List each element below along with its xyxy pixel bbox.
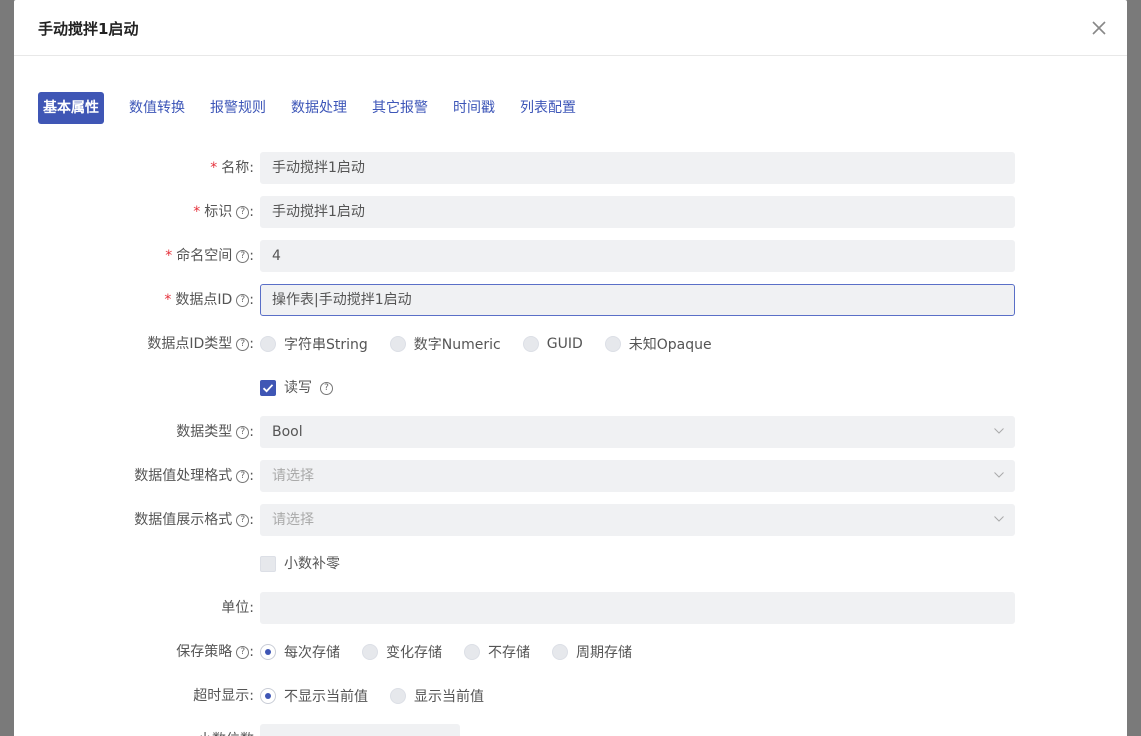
radio-no-save[interactable]: 不存储 xyxy=(464,642,530,662)
form-row-save-policy: 保存策略 ?: 每次存储 变化存储 不存储 周期存储 xyxy=(14,636,1127,668)
radio-save-on-change[interactable]: 变化存储 xyxy=(362,642,442,662)
chevron-down-icon xyxy=(994,472,1004,478)
form-row-unit: 单位: xyxy=(14,592,1127,624)
backdrop-left xyxy=(0,0,14,736)
help-icon[interactable]: ? xyxy=(236,293,250,307)
radio-circle[interactable] xyxy=(389,336,406,352)
data-type-select[interactable]: Bool xyxy=(260,416,1015,448)
identifier-label: * 标识 ?: xyxy=(193,196,254,228)
radio-save-every[interactable]: 每次存储 xyxy=(260,642,340,662)
form-row-decimal-pad: 小数补零 xyxy=(14,548,1127,580)
tab-basic-properties[interactable]: 基本属性 xyxy=(38,92,104,124)
radio-circle-checked[interactable] xyxy=(260,688,276,704)
tab-bar: 基本属性 数值转换 报警规则 数据处理 其它报警 时间戳 列表配置 xyxy=(38,92,601,124)
radio-circle[interactable] xyxy=(604,336,621,352)
datapoint-id-input[interactable]: 操作表|手动搅拌1启动 xyxy=(260,284,1015,316)
modal-title: 手动搅拌1启动 xyxy=(38,20,139,38)
required-mark: * xyxy=(164,292,172,308)
form-row-timeout-display: 超时显示: 不显示当前值 显示当前值 xyxy=(14,680,1127,712)
help-icon[interactable]: ? xyxy=(236,513,250,527)
form-row-name: * 名称: 手动搅拌1启动 xyxy=(14,152,1127,184)
unit-input[interactable] xyxy=(260,592,1015,624)
radio-circle[interactable] xyxy=(260,336,276,352)
datapoint-id-label: * 数据点ID ?: xyxy=(164,284,254,316)
datapoint-id-type-label: 数据点ID类型 ?: xyxy=(147,336,254,352)
radio-circle[interactable] xyxy=(362,644,378,660)
radio-opaque[interactable]: 未知Opaque xyxy=(604,334,712,354)
unit-label: 单位: xyxy=(221,600,254,616)
readwrite-label: 读写 ? xyxy=(284,372,333,404)
modal-header: 手动搅拌1启动 xyxy=(14,0,1127,56)
form-row-value-process-format: 数据值处理格式 ?: 请选择 xyxy=(14,460,1127,492)
decimal-pad-checkbox[interactable] xyxy=(260,556,276,572)
chevron-down-icon xyxy=(994,428,1004,434)
required-mark: * xyxy=(193,204,201,220)
radio-hide-current[interactable]: 不显示当前值 xyxy=(260,686,368,706)
form-row-value-display-format: 数据值展示格式 ?: 请选择 xyxy=(14,504,1127,536)
radio-circle[interactable] xyxy=(552,644,568,660)
namespace-input[interactable]: 4 xyxy=(260,240,1015,272)
identifier-input[interactable]: 手动搅拌1启动 xyxy=(260,196,1015,228)
help-icon[interactable]: ? xyxy=(320,381,333,395)
radio-numeric[interactable]: 数字Numeric xyxy=(389,334,501,354)
form-row-readwrite: 读写 ? xyxy=(14,372,1127,404)
save-policy-radio-group: 每次存储 变化存储 不存储 周期存储 xyxy=(260,636,654,668)
chevron-down-icon xyxy=(994,516,1004,522)
decimal-places-label: 小数位数 xyxy=(198,724,254,736)
timeout-display-radio-group: 不显示当前值 显示当前值 xyxy=(260,680,506,712)
form-row-namespace: * 命名空间 ?: 4 xyxy=(14,240,1127,272)
radio-string[interactable]: 字符串String xyxy=(260,334,368,354)
value-display-format-label: 数据值展示格式 ?: xyxy=(134,512,254,528)
help-icon[interactable]: ? xyxy=(236,205,250,219)
radio-guid[interactable]: GUID xyxy=(522,336,583,352)
value-process-format-select[interactable]: 请选择 xyxy=(260,460,1015,492)
decimal-places-input[interactable] xyxy=(260,724,460,736)
name-input[interactable]: 手动搅拌1启动 xyxy=(260,152,1015,184)
form-row-data-type: 数据类型 ?: Bool xyxy=(14,416,1127,448)
radio-circle[interactable] xyxy=(390,688,406,704)
timeout-display-label: 超时显示: xyxy=(193,688,254,704)
form-row-datapoint-id-type: 数据点ID类型 ?: 字符串String 数字Numeric GUID 未知Op… xyxy=(14,328,1127,360)
radio-circle[interactable] xyxy=(464,644,480,660)
help-icon[interactable]: ? xyxy=(236,249,250,263)
help-icon[interactable]: ? xyxy=(236,425,250,439)
help-icon[interactable]: ? xyxy=(236,469,250,483)
radio-circle-checked[interactable] xyxy=(260,644,276,660)
save-policy-label: 保存策略 ?: xyxy=(176,644,254,660)
required-mark: * xyxy=(165,248,173,264)
name-label: * 名称: xyxy=(210,152,254,184)
close-button[interactable] xyxy=(1087,16,1111,40)
tab-other-alarms[interactable]: 其它报警 xyxy=(372,92,428,124)
tab-value-conversion[interactable]: 数值转换 xyxy=(129,92,185,124)
help-icon[interactable]: ? xyxy=(236,645,250,659)
check-icon xyxy=(262,384,274,393)
value-display-format-select[interactable]: 请选择 xyxy=(260,504,1015,536)
edit-datapoint-modal: 手动搅拌1启动 基本属性 数值转换 报警规则 数据处理 其它报警 时间戳 列表配… xyxy=(14,0,1127,736)
close-icon xyxy=(1092,21,1106,35)
tab-timestamp[interactable]: 时间戳 xyxy=(453,92,495,124)
form-row-datapoint-id: * 数据点ID ?: 操作表|手动搅拌1启动 xyxy=(14,284,1127,316)
required-mark: * xyxy=(210,160,218,176)
datapoint-id-type-radio-group: 字符串String 数字Numeric GUID 未知Opaque xyxy=(260,328,734,360)
radio-periodic-save[interactable]: 周期存储 xyxy=(552,642,632,662)
tab-alarm-rules[interactable]: 报警规则 xyxy=(210,92,266,124)
value-process-format-label: 数据值处理格式 ?: xyxy=(134,468,254,484)
namespace-label: * 命名空间 ?: xyxy=(165,240,254,272)
form-row-identifier: * 标识 ?: 手动搅拌1启动 xyxy=(14,196,1127,228)
form-row-decimal-places: 小数位数 xyxy=(14,724,1127,736)
help-icon[interactable]: ? xyxy=(236,337,250,351)
decimal-pad-label: 小数补零 xyxy=(284,556,340,572)
backdrop-right xyxy=(1127,0,1141,736)
radio-show-current[interactable]: 显示当前值 xyxy=(390,686,484,706)
radio-circle[interactable] xyxy=(522,336,539,352)
readwrite-checkbox[interactable] xyxy=(260,380,276,396)
tab-data-processing[interactable]: 数据处理 xyxy=(291,92,347,124)
tab-list-config[interactable]: 列表配置 xyxy=(520,92,576,124)
data-type-label: 数据类型 ?: xyxy=(176,424,254,440)
